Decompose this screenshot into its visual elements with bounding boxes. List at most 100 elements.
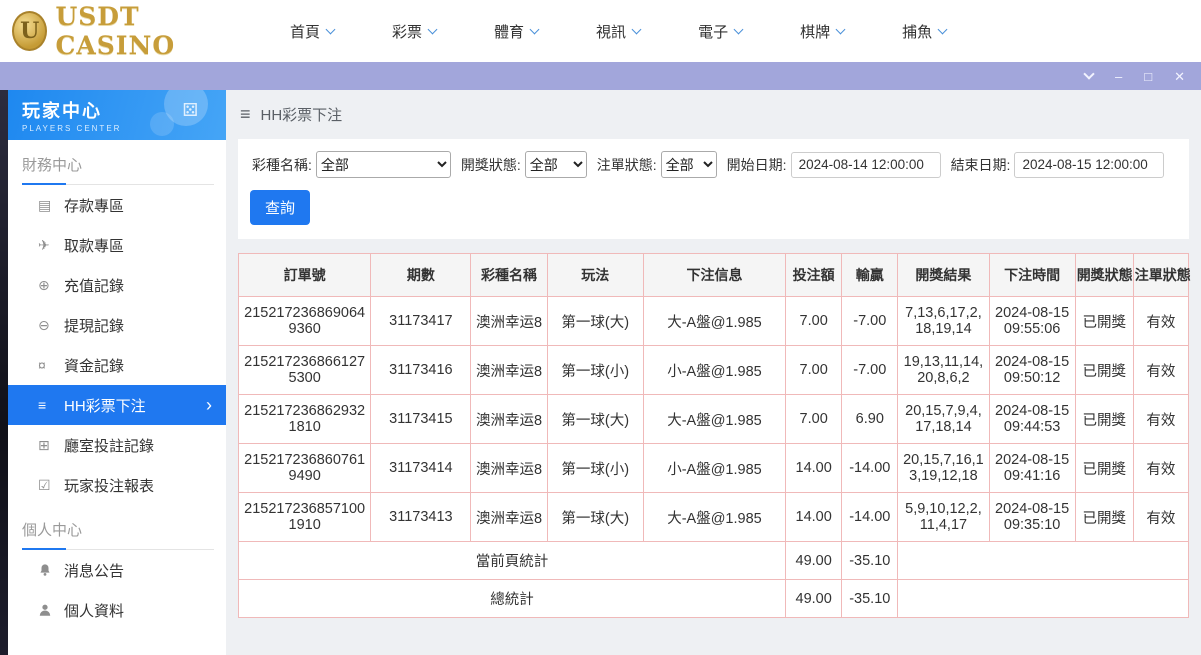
nav-item-1[interactable]: 首頁 bbox=[290, 21, 334, 42]
table-cell: 已開獎 bbox=[1075, 444, 1133, 493]
chevron-down-icon[interactable] bbox=[1083, 68, 1094, 79]
table-cell: 第一球(大) bbox=[547, 493, 643, 542]
order-status-select[interactable]: 全部 bbox=[661, 151, 717, 178]
table-cell: 澳洲幸运8 bbox=[471, 444, 547, 493]
table-cell: 第一球(小) bbox=[547, 444, 643, 493]
column-header: 開獎狀態 bbox=[1075, 254, 1133, 297]
sidebar-item-label: 玩家投注報表 bbox=[64, 475, 154, 496]
draw-status-select[interactable]: 全部 bbox=[525, 151, 587, 178]
table-cell: 有效 bbox=[1133, 493, 1188, 542]
table-body: 215217236869064936031173417澳洲幸运8第一球(大)大-… bbox=[239, 297, 1189, 618]
search-button[interactable]: 查詢 bbox=[250, 190, 310, 225]
table-cell: 7.00 bbox=[786, 346, 842, 395]
menu-icon[interactable]: ≡ bbox=[240, 104, 251, 125]
nav-item-5[interactable]: 電子 bbox=[698, 21, 742, 42]
sidebar-item-funds[interactable]: ¤資金記錄 bbox=[8, 345, 226, 385]
chevron-down-icon bbox=[632, 24, 642, 34]
nav-item-label: 視訊 bbox=[596, 21, 626, 42]
column-header: 開獎結果 bbox=[898, 254, 989, 297]
sidebar-item-recharge[interactable]: ⊕充值記錄 bbox=[8, 265, 226, 305]
decor-circle bbox=[150, 112, 174, 136]
sidebar-item-deposit[interactable]: ▤存款專區 bbox=[8, 185, 226, 225]
total-label: 總統計 bbox=[239, 580, 786, 618]
start-date-input[interactable] bbox=[791, 152, 941, 178]
minimize-icon[interactable]: – bbox=[1115, 70, 1122, 83]
deposit-icon: ▤ bbox=[38, 197, 64, 214]
sidebar-item-withdraw[interactable]: ✈取款專區 bbox=[8, 225, 226, 265]
order-status-label: 注單狀態: bbox=[597, 155, 657, 175]
nav-item-label: 捕魚 bbox=[902, 21, 932, 42]
table-cell: 20,15,7,9,4,17,18,14 bbox=[898, 395, 989, 444]
nav-item-6[interactable]: 棋牌 bbox=[800, 21, 844, 42]
sidebar-item-label: 存款專區 bbox=[64, 195, 124, 216]
column-header: 訂單號 bbox=[239, 254, 371, 297]
end-date-input[interactable] bbox=[1014, 152, 1164, 178]
table-cell: 已開獎 bbox=[1075, 395, 1133, 444]
sidebar-item-bell[interactable]: 消息公告 bbox=[8, 550, 226, 590]
table-cell: 14.00 bbox=[786, 444, 842, 493]
nav-item-2[interactable]: 彩票 bbox=[392, 21, 436, 42]
sidebar-item-label: 個人資料 bbox=[64, 600, 124, 621]
bets-table: 訂單號期數彩種名稱玩法下注信息投注額輸贏開獎結果下注時間開獎狀態注單狀態 215… bbox=[238, 253, 1189, 618]
nav-item-label: 棋牌 bbox=[800, 21, 830, 42]
cashout-icon: ⊖ bbox=[38, 317, 64, 334]
table-cell: 2152172368661275300 bbox=[239, 346, 371, 395]
table-cell: 5,9,10,12,2,11,4,17 bbox=[898, 493, 989, 542]
table-cell: -14.00 bbox=[842, 493, 898, 542]
nav-item-4[interactable]: 視訊 bbox=[596, 21, 640, 42]
lottery-name-label: 彩種名稱: bbox=[252, 155, 312, 175]
sidebar-item-label: 資金記錄 bbox=[64, 355, 124, 376]
sidebar-item-profile[interactable]: 個人資料 bbox=[8, 590, 226, 630]
nav-item-label: 首頁 bbox=[290, 21, 320, 42]
player-center-window: – □ ✕ 玩家中心 PLAYERS CENTER ⚄ 財務中心▤存款專區✈取款… bbox=[0, 62, 1201, 655]
recharge-icon: ⊕ bbox=[38, 277, 64, 294]
end-date-label: 結束日期: bbox=[951, 155, 1011, 175]
sidebar-item-room-bet[interactable]: ⊞廳室投註記錄 bbox=[8, 425, 226, 465]
nav-item-7[interactable]: 捕魚 bbox=[902, 21, 946, 42]
table-cell: 已開獎 bbox=[1075, 297, 1133, 346]
maximize-icon[interactable]: □ bbox=[1144, 70, 1152, 83]
table-cell: -7.00 bbox=[842, 346, 898, 395]
nav-item-3[interactable]: 體育 bbox=[494, 21, 538, 42]
table-cell: 2024-08-15 09:41:16 bbox=[989, 444, 1075, 493]
total-empty bbox=[898, 580, 1189, 618]
logo[interactable]: U USDT CASINO bbox=[12, 2, 242, 60]
grand-total-row: 總統計49.00-35.10 bbox=[239, 580, 1189, 618]
table-cell: 7.00 bbox=[786, 395, 842, 444]
table-cell: 31173413 bbox=[371, 493, 471, 542]
section-label: 個人中心 bbox=[8, 505, 226, 550]
sidebar-item-label: 取款專區 bbox=[64, 235, 124, 256]
sidebar: 玩家中心 PLAYERS CENTER ⚄ 財務中心▤存款專區✈取款專區⊕充值記… bbox=[8, 90, 226, 655]
table-cell: 有效 bbox=[1133, 297, 1188, 346]
total-winloss: -35.10 bbox=[842, 580, 898, 618]
breadcrumb: ≡ HH彩票下注 bbox=[226, 90, 1201, 125]
table-cell: 第一球(大) bbox=[547, 297, 643, 346]
total-bet: 49.00 bbox=[786, 580, 842, 618]
chevron-down-icon bbox=[938, 24, 948, 34]
sidebar-item-label: 廳室投註記錄 bbox=[64, 435, 154, 456]
lottery-bet-icon: ≡ bbox=[38, 397, 64, 413]
sidebar-item-label: 充值記錄 bbox=[64, 275, 124, 296]
nav-item-label: 電子 bbox=[698, 21, 728, 42]
sidebar-item-report[interactable]: ☑玩家投注報表 bbox=[8, 465, 226, 505]
close-icon[interactable]: ✕ bbox=[1174, 70, 1185, 83]
table-cell: 已開獎 bbox=[1075, 346, 1133, 395]
table-cell: 2152172368571001910 bbox=[239, 493, 371, 542]
draw-status-label: 開獎狀態: bbox=[461, 155, 521, 175]
table-row: 215217236866127530031173416澳洲幸运8第一球(小)小-… bbox=[239, 346, 1189, 395]
sidebar-item-cashout[interactable]: ⊖提現記錄 bbox=[8, 305, 226, 345]
column-header: 下注信息 bbox=[643, 254, 785, 297]
coin-logo-icon: U bbox=[12, 11, 47, 51]
table-cell: 31173417 bbox=[371, 297, 471, 346]
sidebar-menu: 財務中心▤存款專區✈取款專區⊕充值記錄⊖提現記錄¤資金記錄≡HH彩票下注›⊞廳室… bbox=[8, 140, 226, 630]
table-cell: 2152172368690649360 bbox=[239, 297, 371, 346]
start-date-label: 開始日期: bbox=[727, 155, 787, 175]
bell-icon bbox=[38, 563, 64, 577]
nav-item-label: 體育 bbox=[494, 21, 524, 42]
lottery-name-select[interactable]: 全部 bbox=[316, 151, 451, 178]
table-cell: 有效 bbox=[1133, 444, 1188, 493]
table-cell: 澳洲幸运8 bbox=[471, 346, 547, 395]
total-winloss: -35.10 bbox=[842, 542, 898, 580]
sidebar-item-lottery-bet[interactable]: ≡HH彩票下注› bbox=[8, 385, 226, 425]
table-cell: 31173414 bbox=[371, 444, 471, 493]
